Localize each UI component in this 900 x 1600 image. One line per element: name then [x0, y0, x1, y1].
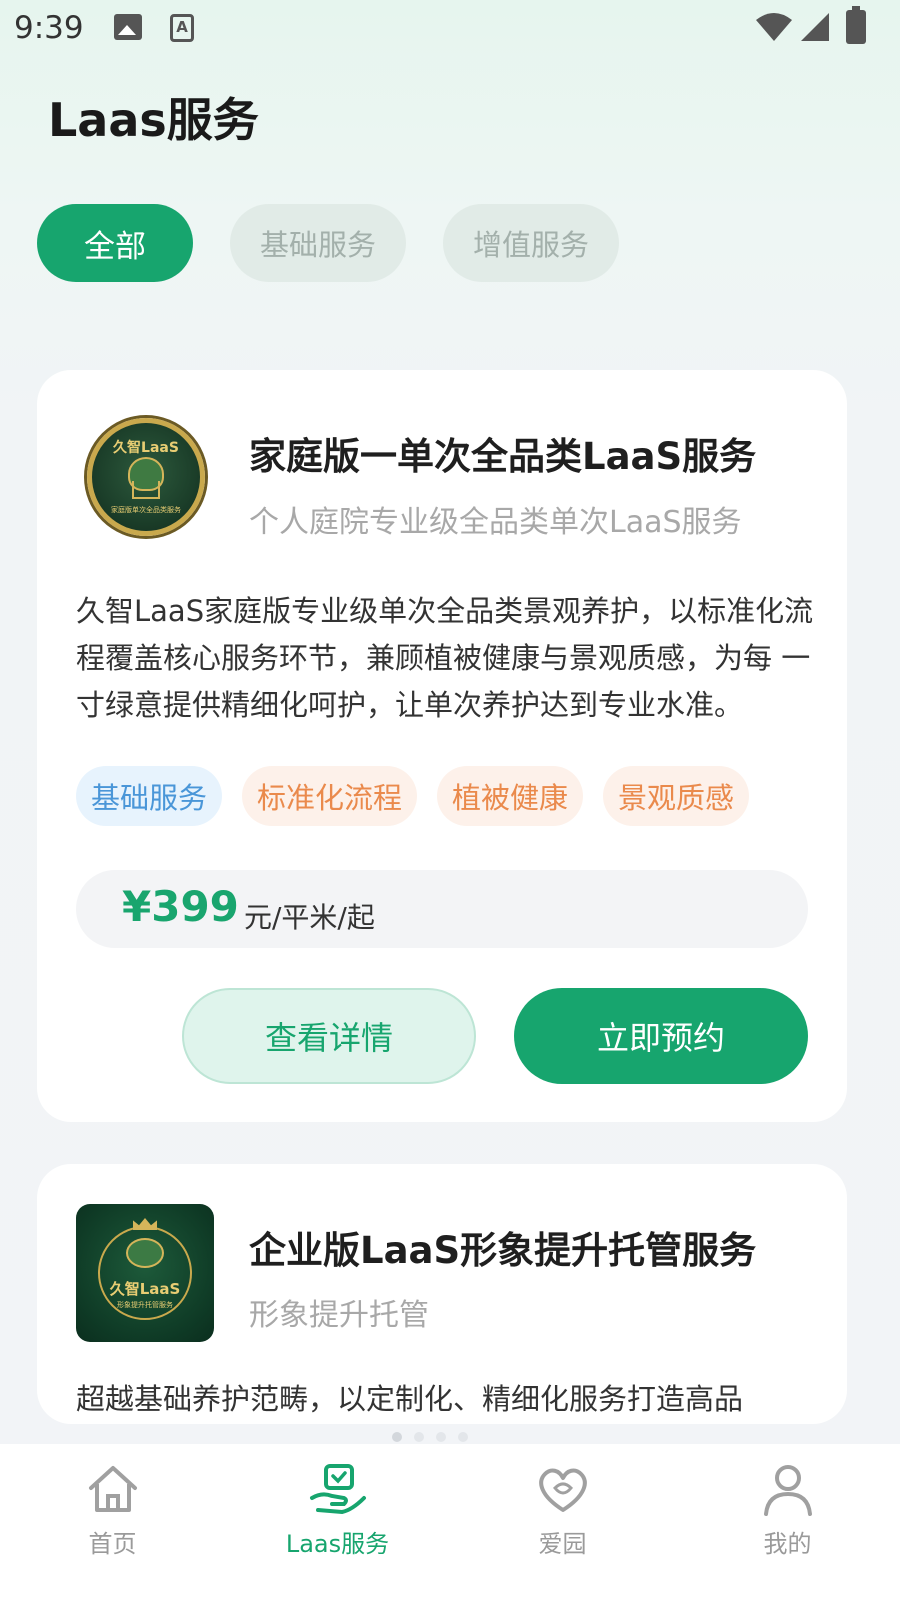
logo-subtitle: 家庭版单次全品类服务 — [111, 506, 181, 514]
service-subtitle: 个人庭院专业级全品类单次LaaS服务 — [249, 505, 742, 540]
service-title: 企业版LaaS形象提升托管服务 — [249, 1229, 757, 1272]
keyboard-notification-icon: A — [170, 14, 194, 42]
crown-icon — [133, 1218, 157, 1230]
nav-item-mine[interactable]: 我的 — [675, 1444, 900, 1600]
person-icon — [763, 1465, 812, 1516]
status-bar: 9:39 A — [0, 0, 900, 64]
category-tabs: 全部 基础服务 增值服务 — [37, 204, 619, 282]
service-hand-icon — [309, 1464, 366, 1515]
nav-item-laas-services[interactable]: Laas服务 — [225, 1444, 450, 1600]
nav-label: 我的 — [763, 1530, 812, 1558]
book-now-button[interactable]: 立即预约 — [514, 988, 808, 1084]
tag: 标准化流程 — [242, 766, 418, 826]
page-dot — [392, 1432, 402, 1442]
bottom-nav: 首页 Laas服务 爱园 我的 — [0, 1444, 900, 1600]
page-dot — [414, 1432, 424, 1442]
price-bar: ¥399 元/平米/起 — [76, 870, 808, 948]
page-dot — [458, 1432, 468, 1442]
logo-title: 久智LaaS — [113, 440, 179, 456]
service-description: 久智LaaS家庭版专业级单次全品类景观养护，以标准化流程覆盖核心服务环节，兼顾植… — [76, 594, 814, 722]
battery-icon — [846, 6, 866, 44]
nav-label: 爱园 — [538, 1530, 587, 1558]
nav-label: 首页 — [88, 1530, 137, 1558]
page-title: Laas服务 — [48, 93, 259, 147]
service-title: 家庭版一单次全品类LaaS服务 — [249, 435, 757, 478]
tag: 景观质感 — [603, 766, 750, 826]
home-icon — [88, 1466, 137, 1512]
price-unit: 元/平米/起 — [244, 901, 375, 934]
service-logo: 久智LaaS 形象提升托管服务 — [76, 1204, 214, 1342]
nav-item-aiyuan[interactable]: 爱园 — [450, 1444, 675, 1600]
page-indicator — [392, 1432, 468, 1442]
service-card[interactable]: 久智LaaS 家庭版单次全品类服务 家庭版一单次全品类LaaS服务 个人庭院专业… — [37, 370, 847, 1122]
service-tags: 基础服务 标准化流程 植被健康 景观质感 — [76, 766, 750, 826]
service-subtitle: 形象提升托管 — [249, 1298, 429, 1333]
image-notification-icon — [114, 14, 142, 40]
wifi-icon — [756, 13, 792, 41]
nav-label: Laas服务 — [285, 1530, 390, 1558]
price-value: ¥399 — [122, 882, 239, 931]
house-icon — [132, 481, 160, 499]
tag: 基础服务 — [76, 766, 223, 826]
service-logo: 久智LaaS 家庭版单次全品类服务 — [87, 418, 205, 536]
tab-basic-services[interactable]: 基础服务 — [230, 204, 406, 282]
service-card[interactable]: 久智LaaS 形象提升托管服务 企业版LaaS形象提升托管服务 形象提升托管 超… — [37, 1164, 847, 1424]
logo-subtitle: 形象提升托管服务 — [117, 1301, 173, 1309]
service-description: 超越基础养护范畴，以定制化、精细化服务打造高品 — [76, 1382, 744, 1416]
view-details-button[interactable]: 查看详情 — [182, 988, 476, 1084]
status-time: 9:39 — [14, 10, 84, 46]
nav-item-home[interactable]: 首页 — [0, 1444, 225, 1600]
signal-icon — [801, 13, 829, 41]
page-dot — [436, 1432, 446, 1442]
tab-all[interactable]: 全部 — [37, 204, 193, 282]
tree-icon — [126, 1238, 164, 1268]
tab-value-added-services[interactable]: 增值服务 — [443, 204, 619, 282]
heart-leaf-icon — [538, 1468, 587, 1512]
logo-title: 久智LaaS — [109, 1280, 181, 1298]
tag: 植被健康 — [437, 766, 584, 826]
